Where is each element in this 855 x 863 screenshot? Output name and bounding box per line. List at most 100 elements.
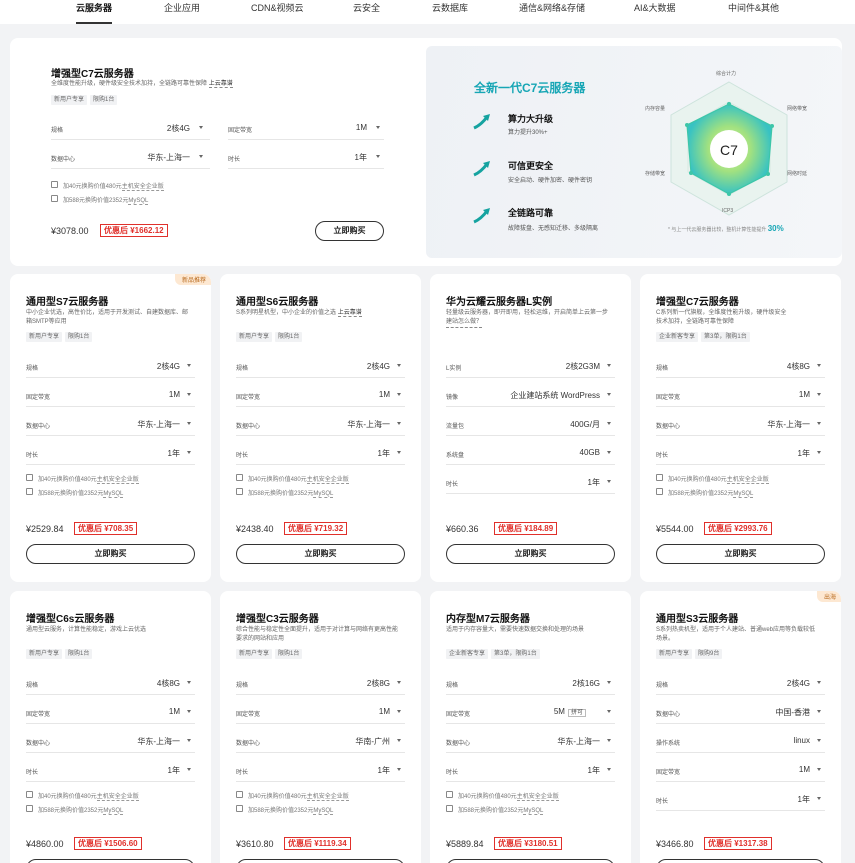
buy-button[interactable]: 立即购买 xyxy=(315,221,384,241)
nav-tab[interactable]: 云安全 xyxy=(353,0,380,24)
option-select[interactable]: 华东-上海一 xyxy=(30,419,180,430)
chevron-down-icon xyxy=(607,393,611,396)
nav-tab[interactable]: 中间件&其他 xyxy=(728,0,779,24)
addon-checkbox[interactable] xyxy=(236,474,243,481)
original-price: ¥5889.84 xyxy=(446,839,484,849)
option-select[interactable]: 企业建站系统 WordPress xyxy=(450,390,600,401)
duration-select[interactable]: 1年 xyxy=(310,152,367,163)
buy-button[interactable]: 立即购买 xyxy=(656,544,825,564)
option-select[interactable]: 1M xyxy=(240,707,390,716)
buy-button[interactable]: 立即购买 xyxy=(236,859,405,863)
option-select[interactable]: 华东-上海一 xyxy=(660,419,810,430)
divider xyxy=(228,168,384,169)
chevron-down-icon xyxy=(397,681,401,684)
divider xyxy=(26,781,195,782)
desc-link[interactable]: 上云靠谱 xyxy=(337,310,362,317)
option-select[interactable]: 1年 xyxy=(30,765,180,776)
nav-tab[interactable]: 云服务器 xyxy=(76,0,113,24)
addon-checkbox[interactable] xyxy=(236,805,243,812)
tag: 限购1台 xyxy=(275,332,303,342)
buy-button[interactable]: 立即购买 xyxy=(236,544,405,564)
nav-tab[interactable]: 通信&网络&存储 xyxy=(519,0,585,24)
option-select[interactable]: 4核8G xyxy=(660,361,810,372)
chevron-down-icon xyxy=(607,422,611,425)
divider xyxy=(26,752,195,753)
datacenter-select[interactable]: 华东-上海一 xyxy=(110,152,190,163)
chevron-down-icon xyxy=(376,126,380,129)
addon-checkbox[interactable] xyxy=(26,488,33,495)
card-title: 增强型C6s云服务器 xyxy=(26,614,115,625)
card-badge: 出海 xyxy=(816,591,841,602)
card-desc: S系列热卖机型，适用于个人建站、普通web应用等负载较低 xyxy=(656,627,816,633)
addon-checkbox[interactable] xyxy=(26,474,33,481)
buy-button[interactable]: 立即购买 xyxy=(26,859,195,863)
radar-label: 综合计力 xyxy=(716,71,737,77)
card-desc[interactable]: 建站怎么做？ xyxy=(446,318,483,328)
card-desc: S系列明星机型，中小企业的价值之选 上云靠谱 xyxy=(236,310,362,317)
option-select[interactable]: 1年 xyxy=(450,477,600,488)
addon-checkbox[interactable] xyxy=(236,791,243,798)
hero-product-card: 增强型C7云服务器 全维度性能升级，硬件级安全技术加持，全链路可靠性保障 上云靠… xyxy=(10,38,426,266)
option-select[interactable]: 华南-广州 xyxy=(240,736,390,747)
option-select[interactable]: 1年 xyxy=(450,765,600,776)
option-select[interactable]: 1年 xyxy=(240,765,390,776)
addon-checkbox[interactable] xyxy=(446,791,453,798)
addon-checkbox[interactable] xyxy=(26,791,33,798)
addon-checkbox[interactable] xyxy=(51,195,58,202)
buy-button[interactable]: 立即购买 xyxy=(656,859,825,863)
addon-checkbox[interactable] xyxy=(656,474,663,481)
addon-checkbox[interactable] xyxy=(26,805,33,812)
option-select[interactable]: 1M xyxy=(240,390,390,399)
option-select[interactable]: 40GB xyxy=(450,448,600,457)
nav-tab[interactable]: 企业应用 xyxy=(164,0,200,24)
divider xyxy=(236,781,405,782)
divider xyxy=(236,377,405,378)
option-select[interactable]: 5M 拼可 xyxy=(490,707,586,717)
tag: 新用户专享 xyxy=(236,649,273,659)
option-select[interactable]: 1M xyxy=(660,765,810,774)
option-select[interactable]: 2核16G xyxy=(450,678,600,689)
option-select[interactable]: 1年 xyxy=(240,448,390,459)
option-select[interactable]: 1M xyxy=(660,390,810,399)
option-select[interactable]: 中国-香港 xyxy=(660,707,810,718)
nav-tab[interactable]: CDN&视频云 xyxy=(251,0,304,24)
buy-button[interactable]: 立即购买 xyxy=(446,544,615,564)
option-select[interactable]: linux xyxy=(660,736,810,745)
card-desc: 轻量级云服务器，即开即用，轻松运维，开启简单上云第一步 xyxy=(446,310,609,316)
option-select[interactable]: 1年 xyxy=(30,448,180,459)
buy-button[interactable]: 立即购买 xyxy=(446,859,615,863)
option-select[interactable]: 1年 xyxy=(660,448,810,459)
desc-link[interactable]: 上云靠谱 xyxy=(208,81,233,88)
option-select[interactable]: 4核8G xyxy=(30,678,180,689)
bandwidth-select[interactable]: 1M xyxy=(310,123,367,132)
option-select[interactable]: 华东-上海一 xyxy=(30,736,180,747)
card-title: 通用型S3云服务器 xyxy=(656,614,739,625)
divider xyxy=(26,377,195,378)
option-select[interactable]: 2核4G xyxy=(30,361,180,372)
chevron-down-icon xyxy=(187,739,191,742)
addon-checkbox[interactable] xyxy=(51,181,58,188)
tag: 新用户专享 xyxy=(26,649,63,659)
option-select[interactable]: 华东-上海一 xyxy=(240,419,390,430)
divider xyxy=(26,406,195,407)
nav-tab[interactable]: 云数据库 xyxy=(432,0,468,24)
divider xyxy=(236,435,405,436)
addon-checkbox[interactable] xyxy=(656,488,663,495)
spec-select[interactable]: 2核4G xyxy=(130,123,190,134)
option-select[interactable]: 400G/月 xyxy=(450,419,600,430)
addon-checkbox[interactable] xyxy=(236,488,243,495)
option-select[interactable]: 1M xyxy=(30,390,180,399)
divider xyxy=(26,464,195,465)
option-select[interactable]: 2核4G xyxy=(240,361,390,372)
option-select[interactable]: 1M xyxy=(30,707,180,716)
option-select[interactable]: 2核2G3M xyxy=(450,361,600,372)
divider xyxy=(236,752,405,753)
addon-checkbox[interactable] xyxy=(446,805,453,812)
option-select[interactable]: 2核4G xyxy=(660,678,810,689)
option-select[interactable]: 2核8G xyxy=(240,678,390,689)
buy-button[interactable]: 立即购买 xyxy=(26,544,195,564)
option-select[interactable]: 1年 xyxy=(660,794,810,805)
divider xyxy=(446,377,615,378)
option-select[interactable]: 华东-上海一 xyxy=(450,736,600,747)
nav-tab[interactable]: AI&大数据 xyxy=(634,0,676,24)
